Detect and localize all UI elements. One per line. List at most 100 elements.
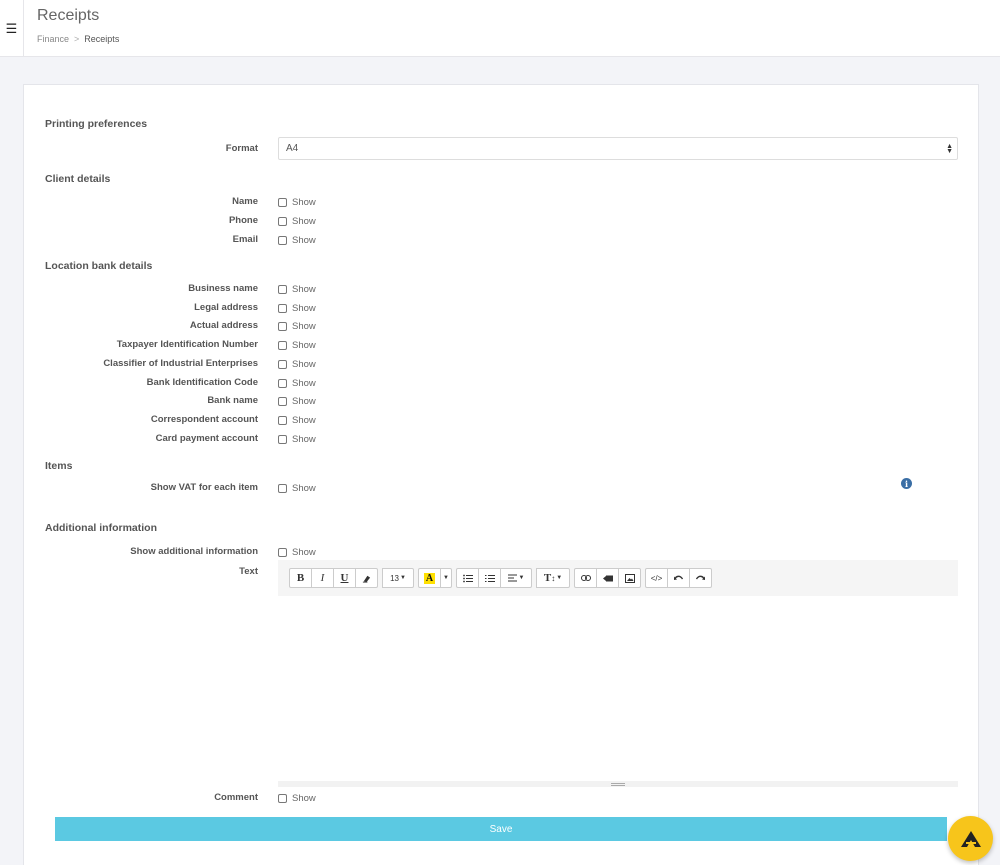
checkbox[interactable] [278, 378, 287, 388]
breadcrumb-separator: > [74, 34, 80, 44]
breadcrumb-finance[interactable]: Finance [37, 34, 69, 44]
unordered-list-icon[interactable] [456, 568, 479, 588]
bank-rows-label: Taxpayer Identification Number [116, 339, 258, 351]
checkbox-label: Show [292, 197, 316, 208]
align-dropdown[interactable]: ▼ [500, 568, 532, 588]
bank-rows-show-checkbox[interactable]: Show [278, 321, 316, 332]
ordered-list-icon[interactable] [478, 568, 501, 588]
bank-rows-label: Business name [188, 283, 258, 294]
client-rows-label: Phone [228, 215, 258, 226]
checkbox[interactable] [278, 217, 287, 226]
client-rows-label: Email [232, 234, 258, 245]
redo-icon[interactable] [689, 568, 712, 588]
bank-rows-label: Actual address [189, 320, 258, 332]
bank-rows-show-checkbox[interactable]: Show [278, 303, 316, 314]
bank-rows-label: Bank Identification Code [146, 376, 258, 388]
items-rows-show-checkbox[interactable]: Show [278, 483, 316, 494]
checkbox-label: Show [292, 793, 316, 804]
bank-rows-show-checkbox[interactable]: Show [278, 340, 316, 351]
color-group: A ▼ [418, 568, 452, 588]
checkbox[interactable] [278, 794, 287, 803]
resize-grip-icon [611, 782, 625, 786]
highlight-color-button[interactable]: A [418, 568, 441, 588]
checkbox[interactable] [278, 548, 287, 557]
client-rows-label: Name [232, 196, 258, 207]
editor-toolbar: B I U 13 ▼ A ▼ ▼ T ↕ ▼ </> [278, 560, 958, 596]
checkbox-label: Show [292, 321, 316, 333]
font-size-dropdown[interactable]: 13 ▼ [382, 568, 414, 588]
highlight-letter: A [423, 572, 436, 584]
hamburger-icon[interactable]: ☰ [0, 0, 24, 57]
checkbox[interactable] [278, 285, 287, 294]
client-rows-show-checkbox[interactable]: Show [278, 235, 316, 246]
editor-content-area[interactable] [278, 596, 958, 781]
checkbox[interactable] [278, 322, 287, 332]
checkbox-label: Show [292, 396, 316, 408]
app-launcher-button[interactable] [948, 816, 993, 861]
text-label: Text [239, 566, 258, 577]
video-icon[interactable] [596, 568, 619, 588]
bank-rows-label: Card payment account [155, 432, 258, 444]
align-left-icon [507, 574, 517, 582]
caret-down-icon: ▼ [399, 575, 406, 581]
font-name-letter: T [543, 572, 552, 584]
bank-rows-label: Correspondent account [150, 413, 258, 425]
checkbox[interactable] [278, 341, 287, 351]
checkbox[interactable] [278, 484, 287, 493]
checkbox[interactable] [278, 415, 287, 425]
comment-show-checkbox[interactable]: Show [278, 793, 316, 804]
additional-rows-show-checkbox[interactable]: Show [278, 547, 316, 558]
bank-rows-label: Legal address [194, 301, 258, 313]
client-rows-show-checkbox[interactable]: Show [278, 197, 316, 208]
eraser-icon[interactable] [355, 568, 378, 588]
checkbox-label: Show [292, 433, 316, 445]
comment-label: Comment [214, 792, 258, 803]
font-group: T ↕ ▼ [536, 568, 570, 588]
checkbox[interactable] [278, 198, 287, 207]
logo-icon [960, 830, 981, 847]
bold-button[interactable]: B [289, 568, 312, 588]
font-size-group: 13 ▼ [382, 568, 414, 588]
bank-rows-show-checkbox[interactable]: Show [278, 396, 316, 407]
font-name-dropdown[interactable]: T ↕ ▼ [536, 568, 570, 588]
checkbox-label: Show [292, 340, 316, 352]
checkbox[interactable] [278, 397, 287, 407]
client-rows-show-checkbox[interactable]: Show [278, 216, 316, 227]
checkbox-label: Show [292, 483, 316, 494]
undo-icon[interactable] [667, 568, 690, 588]
checkbox[interactable] [278, 236, 287, 245]
font-size-value: 13 [390, 573, 399, 583]
checkbox-label: Show [292, 235, 316, 246]
bank-rows-show-checkbox[interactable]: Show [278, 378, 316, 389]
checkbox-label: Show [292, 358, 316, 370]
save-button[interactable]: Save [55, 817, 947, 841]
checkbox-label: Show [292, 547, 316, 558]
format-select[interactable]: A4 ▲ ▼ [278, 137, 958, 160]
bank-rows-label: Bank name [207, 395, 258, 407]
bank-rows-show-checkbox[interactable]: Show [278, 284, 316, 295]
caret-down-icon: ▼ [556, 575, 563, 581]
rich-text-editor: B I U 13 ▼ A ▼ ▼ T ↕ ▼ </> [278, 560, 958, 787]
underline-button[interactable]: U [333, 568, 356, 588]
editor-resize-handle[interactable] [278, 781, 958, 787]
image-icon[interactable] [618, 568, 641, 588]
checkbox-label: Show [292, 302, 316, 314]
color-caret-icon[interactable]: ▼ [440, 568, 452, 588]
info-icon[interactable]: i [901, 478, 912, 489]
section-printing: Printing preferences [45, 118, 148, 130]
checkbox-label: Show [292, 216, 316, 227]
checkbox[interactable] [278, 434, 287, 444]
link-icon[interactable] [574, 568, 597, 588]
code-view-icon[interactable]: </> [645, 568, 668, 588]
breadcrumb: Finance > Receipts [37, 34, 119, 44]
bank-rows-label: Classifier of Industrial Enterprises [103, 357, 258, 369]
section-additional: Additional information [45, 522, 157, 534]
checkbox[interactable] [278, 359, 287, 369]
style-group: B I U [289, 568, 378, 588]
checkbox[interactable] [278, 303, 287, 313]
bank-rows-show-checkbox[interactable]: Show [278, 434, 316, 445]
bank-rows-show-checkbox[interactable]: Show [278, 415, 316, 426]
italic-button[interactable]: I [311, 568, 334, 588]
section-bank: Location bank details [45, 260, 153, 272]
bank-rows-show-checkbox[interactable]: Show [278, 359, 316, 370]
